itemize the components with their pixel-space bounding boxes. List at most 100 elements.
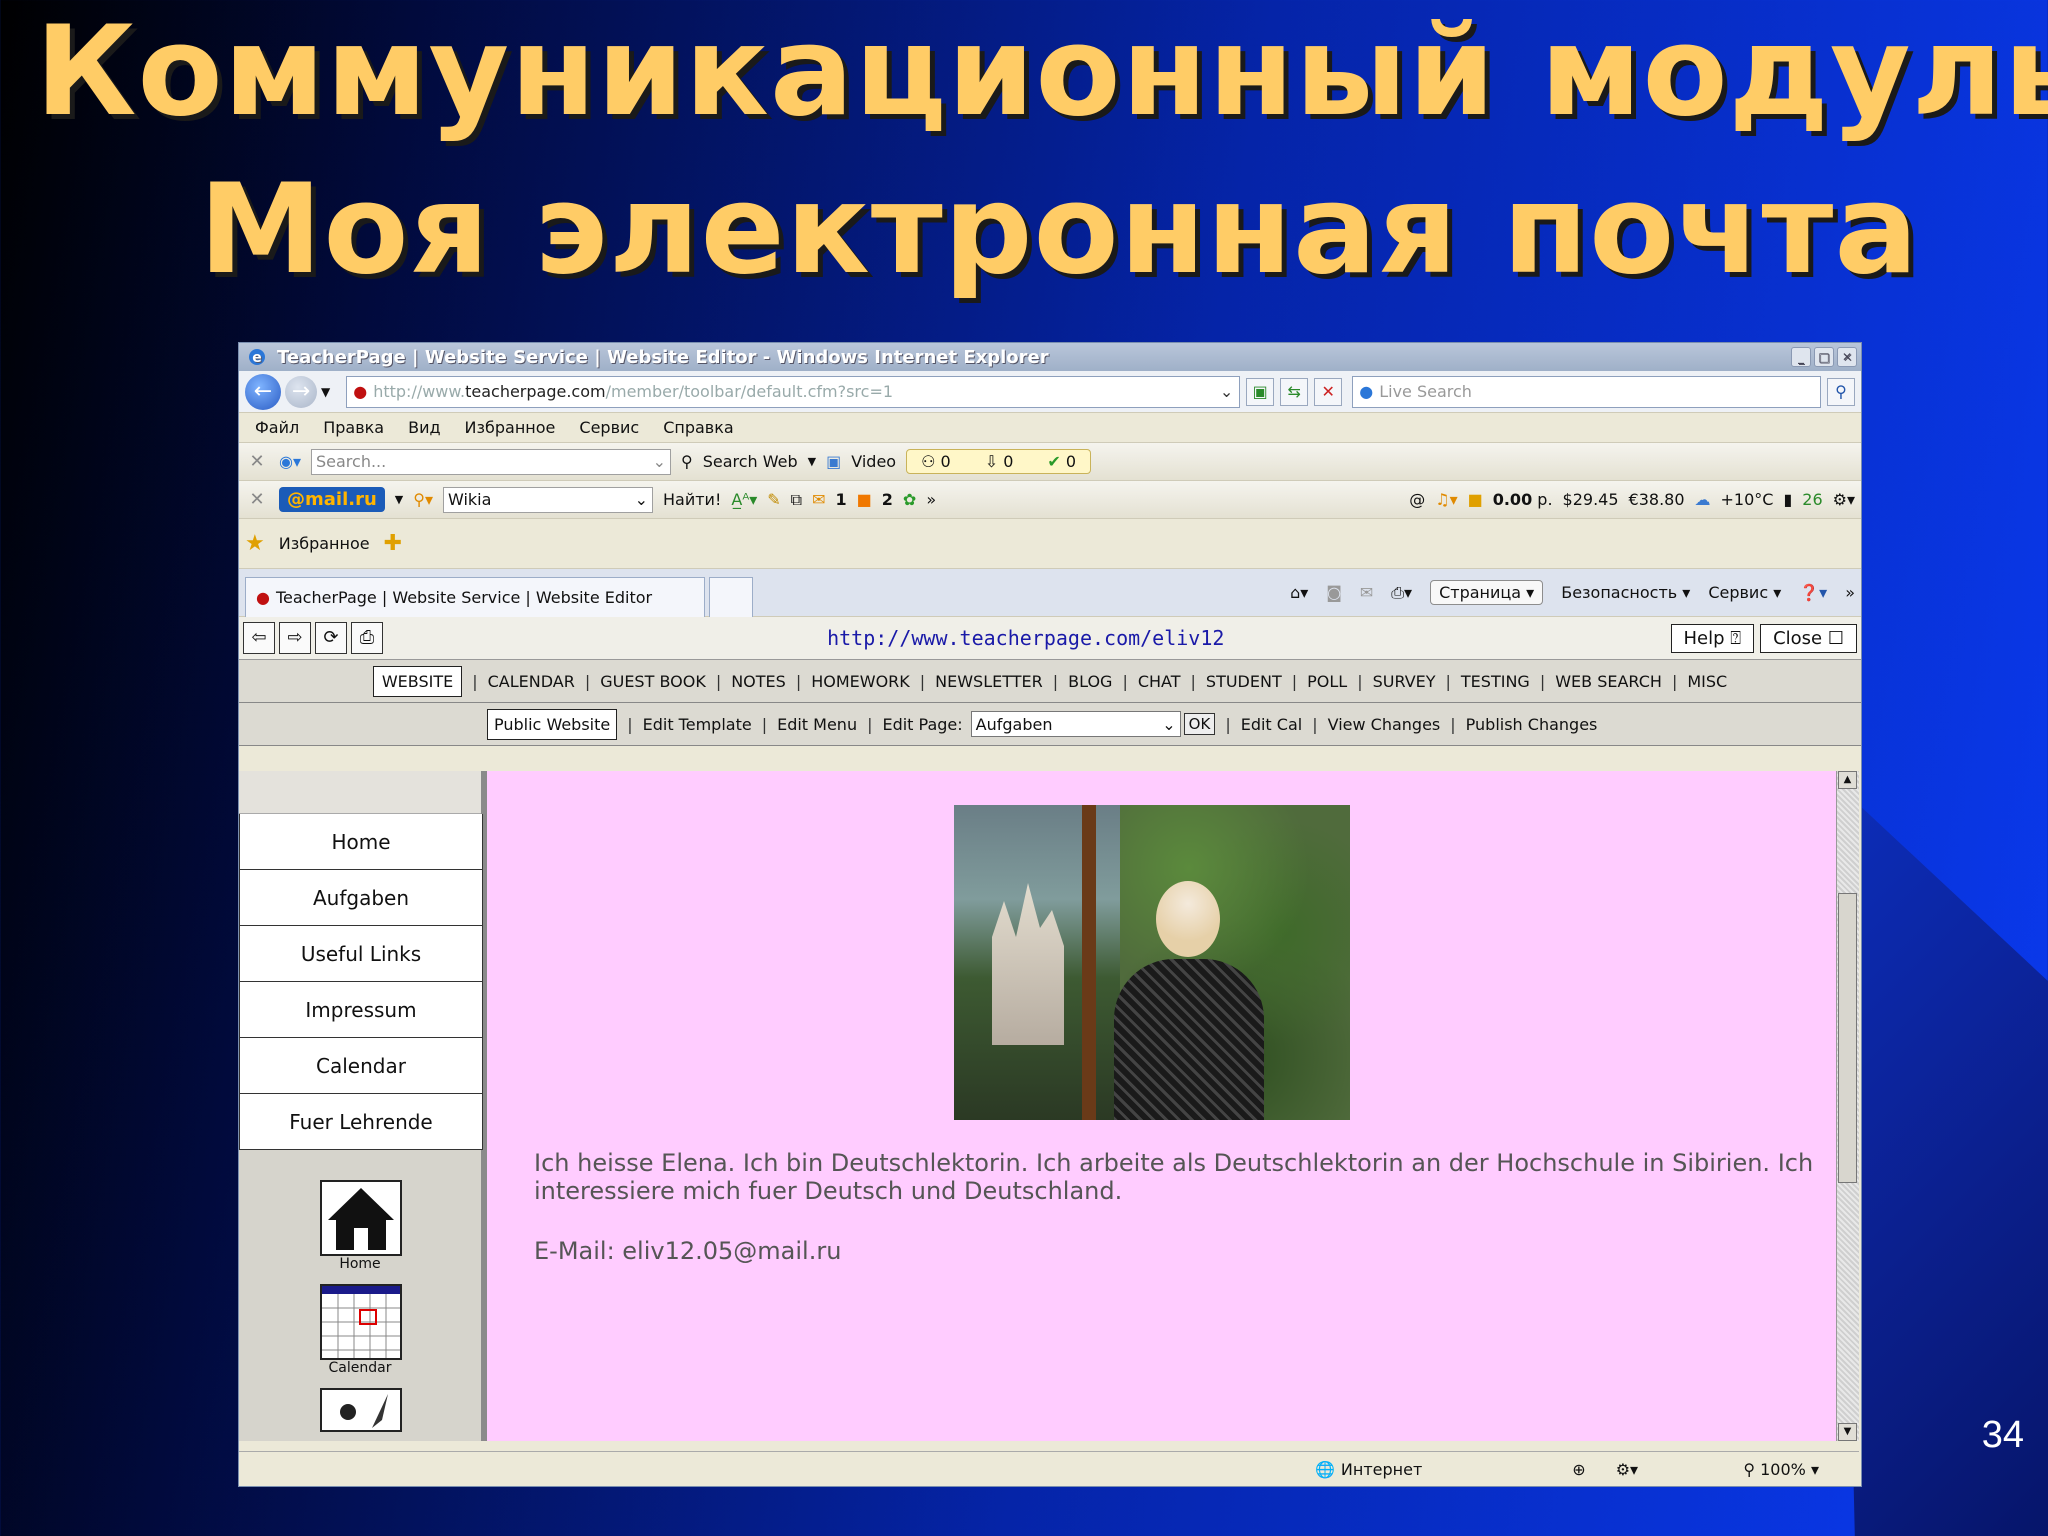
history-dropdown-icon[interactable]: ▼ [321,385,330,399]
nav-chat[interactable]: CHAT [1138,672,1181,691]
counter-3[interactable]: ✔ 0 [1047,452,1076,471]
nav-calendar[interactable]: CALENDAR [488,672,575,691]
eur-rate[interactable]: €38.80 [1629,490,1685,509]
read-mail-icon[interactable]: ✉ [1360,583,1373,602]
mailru-dropdown-icon[interactable]: ▼ [395,493,403,506]
nav-blog[interactable]: BLOG [1068,672,1112,691]
page-menu-button[interactable]: Страница ▾ [1430,580,1544,605]
menu-tools[interactable]: Сервис [579,418,639,437]
mail-icon[interactable]: ✉ [812,490,825,509]
highlight-icon[interactable]: ✎ [767,490,780,509]
tp-print-icon[interactable]: ⎙ [351,622,383,654]
scroll-up-icon[interactable]: ▲ [1838,771,1857,789]
edit-template-button[interactable]: Edit Template [643,715,752,734]
agent-icon[interactable]: ✿ [903,490,916,509]
toolbar-logo-icon[interactable]: ◉▾ [279,452,301,471]
search-provider-icon[interactable]: ⚲▾ [413,490,433,509]
odnoklassniki-icon[interactable]: ■ [857,490,872,509]
edit-page-select[interactable]: Aufgaben ⌄ [970,711,1181,737]
settings-icon[interactable]: ⚙▾ [1833,490,1855,509]
popup-blocker-icon[interactable]: ⚙▾ [1616,1460,1638,1479]
video-button[interactable]: Video [851,452,896,471]
nav-homework[interactable]: HOMEWORK [811,672,910,691]
music-icon[interactable]: ♫▾ [1435,490,1457,509]
stop-icon[interactable]: ✕ [1314,377,1343,406]
nav-web-search[interactable]: WEB SEARCH [1555,672,1662,691]
traffic-value[interactable]: 26 [1802,490,1822,509]
usd-rate[interactable]: $29.45 [1563,490,1619,509]
live-search-input[interactable]: ● Live Search [1352,375,1821,408]
nav-testing[interactable]: TESTING [1461,672,1530,691]
search-web-button[interactable]: Search Web [703,452,798,471]
tools-menu-button[interactable]: Сервис ▾ [1708,583,1781,602]
maximize-button[interactable]: □ [1814,347,1834,367]
sidebar-item-calendar[interactable]: Calendar [239,1038,483,1094]
nav-survey[interactable]: SURVEY [1373,672,1436,691]
mailru-logo[interactable]: @mail.ru [279,487,385,512]
sidebar-item-impressum[interactable]: Impressum [239,982,483,1038]
counter-2[interactable]: ⇩ 0 [985,452,1014,471]
nav-website[interactable]: WEBSITE [372,665,463,697]
edit-page-ok-button[interactable]: OK [1183,713,1216,735]
rss-icon[interactable]: ◙ [1326,583,1342,602]
toolbar-search-input[interactable]: Search... ⌄ [311,448,671,475]
weather-value[interactable]: +10°C [1721,490,1774,509]
refresh-icon[interactable]: ⇆ [1280,377,1309,406]
font-size-icon[interactable]: A̲ᴬ▾ [731,490,757,509]
new-tab-button[interactable] [709,576,753,617]
sidebar-item-useful-links[interactable]: Useful Links [239,926,483,982]
home-icon[interactable]: ⌂▾ [1290,583,1308,602]
more-chevron-icon[interactable]: » [1845,583,1855,602]
sidebar-calendar-shortcut[interactable]: Calendar [320,1284,402,1376]
nav-guestbook[interactable]: GUEST BOOK [600,672,706,691]
back-button[interactable]: ← [245,373,281,410]
sidebar-item-aufgaben[interactable]: Aufgaben [239,870,483,926]
balance-value[interactable]: 0.00 р. [1493,490,1553,509]
menu-view[interactable]: Вид [408,418,440,437]
nav-poll[interactable]: POLL [1307,672,1347,691]
tp-refresh-icon[interactable]: ⟳ [315,622,347,654]
scroll-down-icon[interactable]: ▼ [1838,1423,1857,1441]
tp-help-button[interactable]: Help ⍰ [1670,623,1755,653]
search-go-icon[interactable]: ⚲ [1827,377,1855,406]
safety-menu-button[interactable]: Безопасность ▾ [1561,583,1690,602]
tp-back-icon[interactable]: ⇦ [243,622,275,654]
menu-edit[interactable]: Правка [323,418,384,437]
minimize-button[interactable]: _ [1791,347,1811,367]
email-text[interactable]: E-Mail: eliv12.05@mail.ru [534,1237,841,1265]
nav-notes[interactable]: NOTES [731,672,786,691]
add-favorite-icon[interactable]: ✚ [384,531,402,556]
menu-file[interactable]: Файл [255,418,299,437]
sidebar-home-shortcut[interactable]: Home [320,1180,402,1272]
tab-teacherpage[interactable]: ● TeacherPage | Website Service | Websit… [245,576,705,617]
close-mailru-toolbar-icon[interactable]: ✕ [245,489,269,510]
sidebar-item-fuer-lehrende[interactable]: Fuer Lehrende [239,1094,483,1150]
address-dropdown-icon[interactable]: ⌄ [1220,382,1233,401]
counter-1[interactable]: ⚇ 0 [921,452,951,471]
public-website-button[interactable]: Public Website [487,708,618,740]
edit-cal-button[interactable]: Edit Cal [1241,715,1303,734]
print-icon[interactable]: ⎙▾ [1391,583,1412,603]
nav-newsletter[interactable]: NEWSLETTER [935,672,1043,691]
vertical-scrollbar[interactable]: ▲ ▼ [1836,771,1859,1441]
address-input[interactable]: ● http://www. teacherpage.com/member/tool… [346,375,1241,408]
edit-menu-button[interactable]: Edit Menu [777,715,857,734]
more-chevron-icon[interactable]: » [926,490,936,509]
scroll-thumb[interactable] [1838,893,1857,1183]
sidebar-item-home[interactable]: Home [239,814,483,870]
zoom-page-icon[interactable]: ⧉ [791,490,802,510]
view-changes-button[interactable]: View Changes [1328,715,1441,734]
protected-mode-icon[interactable]: ⊕ [1572,1460,1585,1479]
favorites-button[interactable]: Избранное [279,534,370,553]
security-zone[interactable]: 🌐 Интернет [1315,1460,1422,1479]
compat-view-icon[interactable]: ▣ [1246,377,1275,406]
find-button[interactable]: Найти! [663,490,721,509]
close-toolbar-icon[interactable]: ✕ [245,451,269,472]
mailru-search-input[interactable]: Wikia ⌄ [443,486,653,513]
teacherpage-url[interactable]: http://www.teacherpage.com/eliv12 [387,626,1665,650]
sidebar-third-shortcut[interactable] [320,1388,402,1432]
publish-changes-button[interactable]: Publish Changes [1466,715,1598,734]
menu-help[interactable]: Справка [663,418,734,437]
nav-student[interactable]: STUDENT [1206,672,1282,691]
search-web-dropdown-icon[interactable]: ▼ [808,455,816,468]
